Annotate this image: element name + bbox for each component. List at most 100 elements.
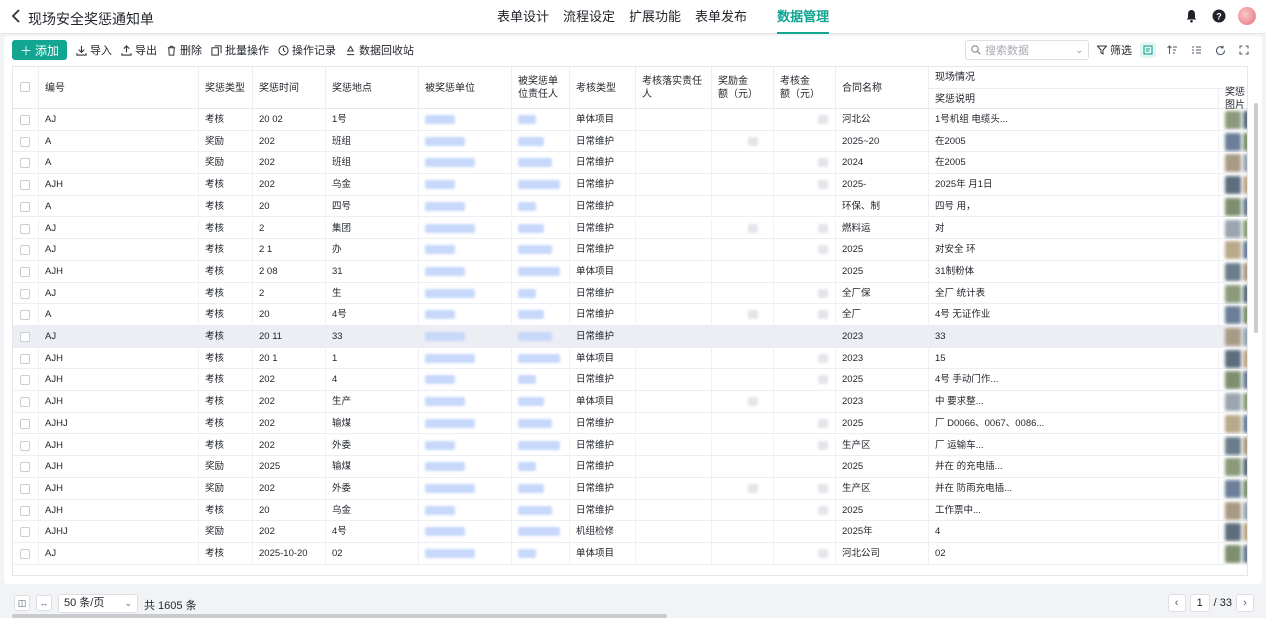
table-row[interactable]: A 考核 20 四号 日常维护 环保、制 四号 用， (13, 195, 1247, 218)
cell-unit[interactable] (419, 109, 512, 130)
cell-pic[interactable] (1219, 283, 1247, 304)
vertical-scrollbar[interactable] (1254, 103, 1258, 333)
page-input[interactable]: 1 (1189, 594, 1210, 612)
col-type[interactable]: 奖惩类型 (199, 67, 253, 109)
cell-unit[interactable] (419, 260, 512, 282)
col-place[interactable]: 奖惩地点 (326, 67, 419, 109)
cell-unit[interactable] (419, 282, 512, 304)
thumbnail-image[interactable] (1225, 393, 1241, 412)
thumbnail-image[interactable] (1243, 328, 1247, 346)
thumbnail-image[interactable] (1225, 545, 1241, 563)
cell-person[interactable] (512, 543, 570, 564)
thumbnail-image[interactable] (1225, 349, 1241, 368)
cell-pic[interactable] (1219, 435, 1247, 456)
table-row[interactable]: AJH 考核 20 乌金 日常维护 2025 工作票中... (13, 499, 1247, 522)
thumbnail-image[interactable] (1225, 111, 1241, 129)
row-checkbox[interactable] (20, 397, 30, 408)
columns-icon[interactable] (1188, 42, 1204, 58)
user-avatar[interactable] (1238, 7, 1256, 25)
cell-person[interactable] (512, 174, 570, 196)
cell-pic[interactable] (1219, 218, 1247, 239)
col-time[interactable]: 奖惩时间 (253, 67, 326, 109)
row-checkbox[interactable] (20, 440, 30, 451)
table-row[interactable]: AJH 考核 20 1 1 单体项目 2023 15 (13, 347, 1247, 370)
table-row[interactable]: A 奖励 202 班组 日常维护 2025~20 在2005 (13, 130, 1247, 153)
table-row[interactable]: AJH 考核 202 外委 日常维护 生产区厂 运输车... (13, 434, 1247, 457)
cell-unit[interactable] (419, 174, 512, 196)
cell-unit[interactable] (419, 434, 512, 456)
row-checkbox[interactable] (20, 245, 30, 256)
table-row[interactable]: AJ 考核 20 02 1号 单体项目 河北公 1号机组 电缆头... (13, 109, 1247, 131)
search-input[interactable]: 搜索数据 ⌄ (965, 40, 1089, 60)
row-checkbox[interactable] (20, 353, 30, 364)
freeze-column-icon[interactable]: ◫ (14, 595, 30, 611)
row-checkbox[interactable] (20, 201, 30, 212)
cell-person[interactable] (512, 521, 570, 543)
cell-unit[interactable] (419, 543, 512, 564)
next-page-button[interactable]: › (1236, 594, 1254, 612)
thumbnail-image[interactable] (1243, 458, 1247, 477)
thumbnail-image[interactable] (1225, 241, 1241, 260)
col-check-type[interactable]: 考核类型 (570, 67, 636, 109)
col-penalty[interactable]: 考核金额（元） (774, 67, 836, 109)
cell-pic[interactable] (1219, 326, 1247, 347)
thumbnail-image[interactable] (1225, 219, 1241, 238)
thumbnail-image[interactable] (1225, 154, 1241, 173)
add-button[interactable]: ＋添加 (12, 40, 68, 60)
thumbnail-image[interactable] (1243, 501, 1247, 520)
cell-pic[interactable] (1219, 500, 1247, 521)
table-row[interactable]: AJ 考核 2 集团 日常维护 燃料运对 (13, 217, 1247, 240)
cell-person[interactable] (512, 260, 570, 282)
thumbnail-image[interactable] (1225, 132, 1241, 151)
row-checkbox[interactable] (20, 418, 30, 429)
cell-person[interactable] (512, 456, 570, 478)
row-checkbox[interactable] (20, 288, 30, 299)
cell-unit[interactable] (419, 499, 512, 521)
thumbnail-image[interactable] (1225, 501, 1241, 520)
cell-unit[interactable] (419, 304, 512, 326)
cell-person[interactable] (512, 499, 570, 521)
table-row[interactable]: AJ 考核 20 11 33 日常维护 2023 33 (13, 326, 1247, 348)
cell-unit[interactable] (419, 239, 512, 261)
thumbnail-image[interactable] (1243, 176, 1247, 195)
row-checkbox[interactable] (20, 266, 30, 277)
table-row[interactable]: A 考核 20 4号 日常维护 全厂 4号 无证作业 (13, 304, 1247, 326)
fit-width-icon[interactable]: ↔ (36, 595, 52, 611)
table-row[interactable]: AJ 考核 2025-10-20 02 单体项目 河北公司 02 (13, 543, 1247, 565)
cell-person[interactable] (512, 239, 570, 261)
table-row[interactable]: AJHJ 考核 202 输煤 日常维护 2025 厂 D0066、0067、0086... (13, 412, 1247, 435)
thumbnail-image[interactable] (1243, 241, 1247, 260)
cell-person[interactable] (512, 152, 570, 174)
thumbnail-image[interactable] (1243, 262, 1247, 281)
card-view-icon[interactable] (1140, 42, 1156, 58)
cell-person[interactable] (512, 326, 570, 347)
batch-button[interactable]: 批量操作 (211, 42, 269, 58)
table-row[interactable]: AJH 考核 2 08 31 单体项目 2025 31制粉体 (13, 260, 1247, 283)
thumbnail-image[interactable] (1243, 154, 1247, 173)
cell-pic[interactable] (1219, 152, 1247, 173)
cell-unit[interactable] (419, 152, 512, 174)
table-row[interactable]: AJ 考核 2 生 日常维护 全厂保 全厂 统计表 (13, 282, 1247, 305)
cell-person[interactable] (512, 391, 570, 413)
thumbnail-image[interactable] (1243, 284, 1247, 303)
import-button[interactable]: 导入 (76, 42, 112, 58)
refresh-icon[interactable] (1212, 42, 1228, 58)
col-contract[interactable]: 合同名称 (836, 67, 929, 109)
thumbnail-image[interactable] (1225, 414, 1241, 433)
thumbnail-image[interactable] (1225, 479, 1241, 498)
cell-person[interactable] (512, 282, 570, 304)
table-row[interactable]: AJH 考核 202 4 日常维护 2025 4号 手动门作... (13, 369, 1247, 392)
thumbnail-image[interactable] (1243, 371, 1247, 390)
cell-person[interactable] (512, 130, 570, 152)
tab-publish[interactable]: 表单发布 (688, 0, 754, 34)
table-row[interactable]: AJ 考核 2 1 办 日常维护 2025 对安全 环 (13, 239, 1247, 261)
cell-pic[interactable] (1219, 239, 1247, 260)
cell-person[interactable] (512, 412, 570, 434)
cell-unit[interactable] (419, 521, 512, 543)
cell-pic[interactable] (1219, 369, 1247, 390)
row-checkbox[interactable] (20, 180, 30, 191)
row-checkbox[interactable] (20, 549, 30, 559)
cell-pic[interactable] (1219, 304, 1247, 325)
prev-page-button[interactable]: ‹ (1167, 594, 1186, 612)
cell-person[interactable] (512, 369, 570, 391)
